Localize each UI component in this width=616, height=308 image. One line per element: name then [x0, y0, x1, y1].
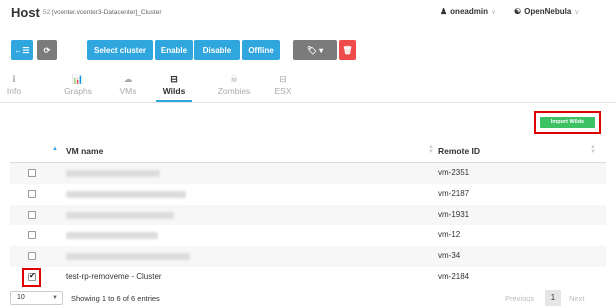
- remote-id: vm-34: [438, 251, 461, 261]
- column-vm-name[interactable]: VM name: [66, 146, 103, 156]
- tab-label: Info: [6, 86, 22, 96]
- cloud-icon: ☁: [123, 74, 133, 84]
- host-subtitle: 52 [vcenter.vcenter3-Datacenter]_Cluster: [43, 9, 162, 16]
- wilds-table: ▲ VM name ▲ ▼ Remote ID ▲ ▼ vm-2351 vm-218…: [10, 140, 606, 288]
- tab-label: Zombies: [217, 86, 251, 96]
- chevron-down-icon: ∨: [574, 8, 580, 16]
- page-header: Host 52 [vcenter.vcenter3-Datacenter]_Cl…: [0, 0, 616, 24]
- page-title: Host: [11, 5, 40, 20]
- redacted-vm-name: [66, 170, 160, 177]
- pagination-current-page[interactable]: 1: [545, 290, 561, 306]
- user-menu[interactable]: ♟ oneadmin ∨: [440, 7, 496, 16]
- sort-icon[interactable]: ▲ ▼: [428, 144, 434, 155]
- tab-label: Wilds: [162, 86, 186, 96]
- pagination-previous[interactable]: Previous: [505, 294, 534, 303]
- toolbar: ←☰ ⟳ Select cluster Enable Disable Offli…: [11, 40, 611, 60]
- tab-bar: ℹ Info 📊 Graphs ☁ VMs ⊟ Wilds ☠ Zombies …: [0, 73, 616, 103]
- tab-esx[interactable]: ⊟ ESX: [270, 73, 296, 102]
- delete-button[interactable]: 🗑: [339, 40, 356, 60]
- row-checkbox[interactable]: [28, 271, 36, 281]
- tab-label: ESX: [274, 86, 292, 96]
- zone-menu[interactable]: ☯ OpenNebula ∨: [514, 7, 579, 16]
- pagination-next[interactable]: Next: [569, 294, 584, 303]
- import-wilds-button[interactable]: Import Wilds: [540, 117, 595, 128]
- bar-chart-icon: 📊: [72, 74, 84, 84]
- table-header: ▲ VM name ▲ ▼ Remote ID ▲ ▼: [10, 140, 606, 163]
- refresh-button[interactable]: ⟳: [37, 40, 57, 60]
- remote-id: vm-2351: [438, 168, 470, 177]
- table-row[interactable]: vm-1931: [10, 204, 606, 226]
- info-icon: ℹ: [12, 74, 16, 84]
- redacted-vm-name: [66, 190, 186, 198]
- vm-name: test-rp-removeme - Cluster: [66, 271, 162, 281]
- tab-info[interactable]: ℹ Info: [0, 73, 28, 102]
- table-row[interactable]: vm-2351: [10, 163, 606, 184]
- bug-icon: ☠: [229, 74, 239, 84]
- redacted-vm-name: [66, 232, 158, 240]
- tab-vms[interactable]: ☁ VMs: [113, 73, 143, 102]
- import-highlight: Import Wilds: [534, 111, 601, 134]
- table-row[interactable]: test-rp-removeme - Cluster vm-2184: [10, 267, 606, 288]
- host-id: 52: [43, 9, 51, 16]
- tab-label: Graphs: [64, 86, 92, 96]
- tab-label: VMs: [119, 86, 137, 96]
- row-checkbox[interactable]: [28, 169, 36, 177]
- disable-button[interactable]: Disable: [194, 40, 240, 60]
- column-remote-id[interactable]: Remote ID: [438, 146, 480, 156]
- user-name: oneadmin: [450, 7, 488, 16]
- page-length-select[interactable]: 10 ▼: [10, 291, 63, 305]
- zone-name: OpenNebula: [524, 7, 572, 16]
- redacted-vm-name: [66, 211, 174, 219]
- tab-zombies[interactable]: ☠ Zombies: [212, 73, 256, 102]
- back-to-list-button[interactable]: ←☰: [11, 40, 33, 60]
- table-row[interactable]: vm-34: [10, 246, 606, 267]
- hdd-icon: ⊟: [170, 74, 178, 84]
- table-row[interactable]: vm-2187: [10, 184, 606, 205]
- chevron-down-icon: ∨: [490, 8, 497, 16]
- enable-button[interactable]: Enable: [155, 40, 193, 60]
- table-footer: 10 ▼ Showing 1 to 6 of 6 entries Previou…: [10, 289, 610, 308]
- row-checkbox[interactable]: [28, 252, 36, 261]
- chevron-down-icon: ▼: [52, 295, 58, 301]
- remote-id: vm-2184: [438, 271, 470, 281]
- tab-graphs[interactable]: 📊 Graphs: [58, 73, 98, 102]
- row-checkbox[interactable]: [28, 189, 36, 198]
- host-name: [vcenter.vcenter3-Datacenter]_Cluster: [52, 9, 162, 16]
- labels-dropdown-button[interactable]: 🏷 ▾: [293, 40, 337, 60]
- sort-asc-icon[interactable]: ▲: [52, 146, 58, 152]
- sort-icon[interactable]: ▲ ▼: [590, 144, 596, 155]
- row-checkbox[interactable]: [28, 210, 36, 219]
- hdd-icon: ⊟: [279, 74, 287, 84]
- page-length-value: 10: [17, 294, 25, 301]
- redacted-vm-name: [66, 253, 190, 261]
- row-checkbox[interactable]: [28, 231, 36, 240]
- entries-info: Showing 1 to 6 of 6 entries: [71, 294, 160, 303]
- remote-id: vm-2187: [438, 188, 470, 198]
- tab-wilds[interactable]: ⊟ Wilds: [156, 73, 192, 102]
- remote-id: vm-1931: [438, 209, 470, 219]
- user-icon: ♟: [440, 7, 448, 16]
- select-cluster-button[interactable]: Select cluster: [87, 40, 153, 60]
- remote-id: vm-12: [438, 230, 461, 240]
- globe-icon: ☯: [514, 7, 522, 16]
- offline-button[interactable]: Offline: [242, 40, 280, 60]
- table-row[interactable]: vm-12: [10, 225, 606, 246]
